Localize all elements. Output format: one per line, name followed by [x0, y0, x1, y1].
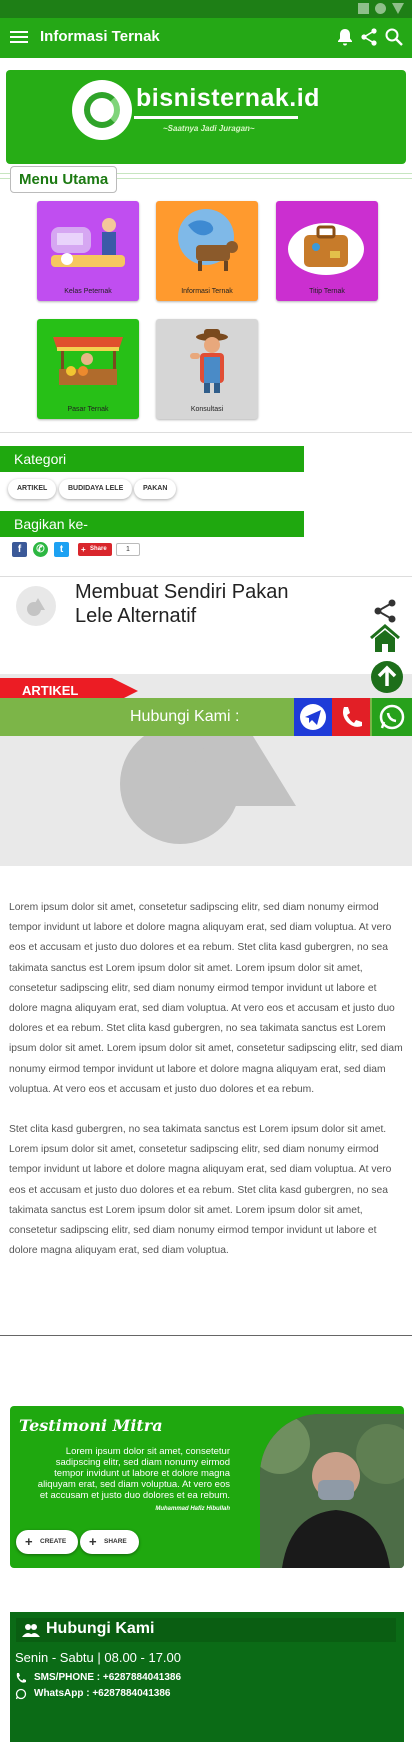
bell-icon[interactable]: [335, 27, 355, 47]
status-bar: [0, 0, 412, 18]
telegram-button[interactable]: [294, 698, 332, 736]
bagikan-title: Bagikan ke-: [14, 516, 88, 532]
footer-phone[interactable]: SMS/PHONE : +6287884041386: [15, 1672, 181, 1687]
contact-bar: Hubungi Kami :: [0, 698, 412, 736]
share-button[interactable]: + Share: [78, 543, 112, 556]
home-circle-icon: [375, 3, 386, 14]
menu-tile-label: Informasi Ternak: [181, 288, 233, 295]
menu-tile-label: Kelas Peternak: [64, 288, 112, 295]
create-button[interactable]: + CREATE: [16, 1530, 79, 1554]
phone-icon: [16, 1673, 26, 1683]
footer-hours: Senin - Sabtu | 08.00 - 17.00: [15, 1650, 181, 1665]
post-title: Membuat Sendiri Pakan Lele Alternatif: [75, 581, 289, 627]
article-body: Lorem ipsum dolor sit amet, consetetur s…: [9, 898, 405, 1281]
bagikan-header: Bagikan ke-: [0, 511, 304, 537]
article-paragraph: Stet clita kasd gubergren, no sea takima…: [9, 1124, 392, 1257]
brand-name: bisnisternak.id: [136, 84, 320, 112]
menu-tile-label: Titip Ternak: [309, 288, 345, 295]
twitter-icon[interactable]: t: [54, 542, 69, 557]
arrow-up-icon[interactable]: [370, 660, 404, 694]
phone-icon: [343, 707, 362, 727]
testimoni-photo: [260, 1414, 404, 1568]
footer-phone-text: SMS/PHONE : +6287884041386: [34, 1672, 182, 1683]
plus-icon: +: [89, 1534, 97, 1549]
plus-icon: +: [25, 1534, 33, 1549]
divider: [0, 1335, 412, 1336]
menu-tile-konsultasi[interactable]: Konsultasi: [156, 319, 258, 419]
whatsapp-icon[interactable]: ✆: [33, 542, 48, 557]
cow-globe-illustration-icon: [178, 209, 238, 271]
telegram-icon: [300, 704, 326, 730]
app-title: Informasi Ternak: [40, 28, 160, 45]
testimoni-text: Lorem ipsum dolor sit amet, consetetur s…: [37, 1446, 230, 1501]
person-photo-icon: [260, 1414, 404, 1568]
create-button-label: CREATE: [40, 1538, 67, 1545]
app-bar: Informasi Ternak: [0, 18, 412, 58]
share-count: 1: [116, 543, 140, 556]
market-stall-illustration-icon: [53, 337, 123, 385]
chip-budidaya-lele[interactable]: BUDIDAYA LELE: [59, 479, 133, 499]
share-icon[interactable]: [359, 27, 379, 47]
brand-tagline: ~Saatnya Jadi Juragan~: [163, 124, 255, 133]
farmer-illustration-icon: [190, 329, 228, 393]
testimoni-author: Muhammad Hafiz Hibullah: [155, 1506, 230, 1512]
article-paragraph: Lorem ipsum dolor sit amet, consetetur s…: [9, 902, 403, 1095]
menu-tile-titip-ternak[interactable]: Titip Ternak: [276, 201, 378, 301]
share-testimoni-label: SHARE: [104, 1538, 127, 1545]
divider: [0, 576, 412, 577]
testimoni-title: Testimoni Mitra: [19, 1416, 163, 1435]
kategori-header: Kategori: [0, 446, 304, 472]
chip-artikel[interactable]: ARTIKEL: [8, 479, 57, 499]
whatsapp-icon: [15, 1688, 27, 1700]
contact-bar-label: Hubungi Kami :: [130, 708, 240, 725]
footer-title: Hubungi Kami: [46, 1620, 155, 1637]
brand-underline: [134, 116, 298, 119]
divider: [0, 432, 412, 433]
facebook-icon[interactable]: f: [12, 542, 27, 557]
share-button-label: Share: [90, 546, 107, 552]
footer-whatsapp-text: WhatsApp : +6287884041386: [34, 1688, 171, 1699]
whatsapp-button[interactable]: [372, 698, 412, 736]
stop-icon: [358, 3, 369, 14]
home-icon[interactable]: [368, 624, 402, 654]
post-avatar: [16, 586, 56, 626]
class-illustration-icon: [51, 218, 125, 267]
brand-logo-icon: [72, 80, 132, 140]
share-testimoni-button[interactable]: + SHARE: [80, 1530, 139, 1554]
plus-icon: +: [81, 545, 86, 554]
menu-tile-informasi-ternak[interactable]: Informasi Ternak: [156, 201, 258, 301]
menu-icon[interactable]: [10, 28, 28, 48]
menu-tile-label: Konsultasi: [190, 406, 224, 413]
chip-pakan[interactable]: PAKAN: [134, 479, 177, 499]
share-icon[interactable]: [368, 596, 402, 626]
footer-whatsapp[interactable]: WhatsApp : +6287884041386: [15, 1688, 170, 1703]
menu-tile-kelas-peternak[interactable]: Kelas Peternak: [37, 201, 139, 301]
menu-utama-title: Menu Utama: [10, 166, 118, 193]
whatsapp-icon: [379, 704, 405, 730]
footer-header: Hubungi Kami: [16, 1618, 396, 1642]
people-icon: [22, 1624, 40, 1637]
menu-tile-pasar-ternak[interactable]: Pasar Ternak: [37, 319, 139, 419]
kategori-title: Kategori: [14, 451, 67, 467]
footer-contact: Hubungi Kami Senin - Sabtu | 08.00 - 17.…: [10, 1612, 404, 1742]
brand-banner[interactable]: bisnisternak.id ~Saatnya Jadi Juragan~: [6, 70, 406, 164]
search-icon[interactable]: [384, 27, 404, 47]
menu-tile-label: Pasar Ternak: [67, 406, 109, 413]
back-triangle-icon: [392, 3, 404, 14]
phone-button[interactable]: [332, 698, 370, 736]
banner-section: bisnisternak.id ~Saatnya Jadi Juragan~: [0, 60, 412, 174]
suitcase-illustration-icon: [288, 223, 364, 275]
placeholder-image-icon: [27, 598, 45, 616]
testimoni-card: Testimoni Mitra Lorem ipsum dolor sit am…: [10, 1406, 404, 1568]
